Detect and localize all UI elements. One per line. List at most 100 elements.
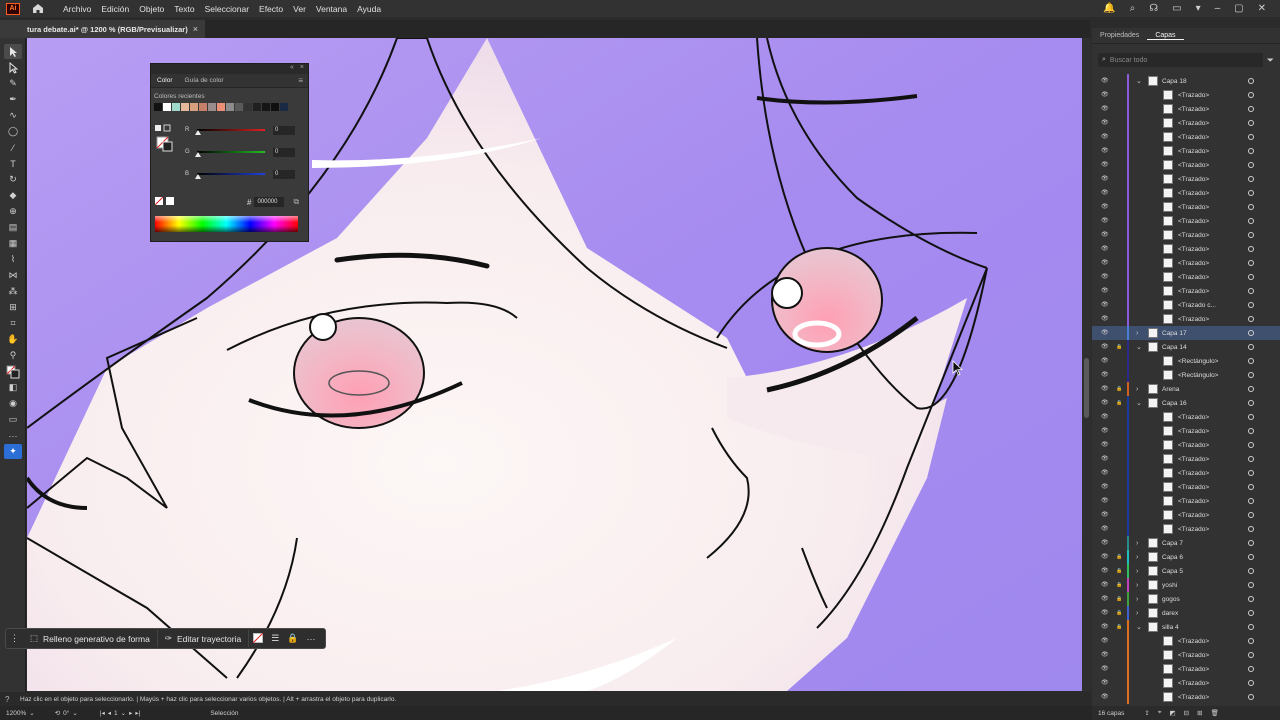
target-circle-icon[interactable]	[1248, 232, 1254, 238]
target-circle-icon[interactable]	[1248, 358, 1254, 364]
layer-row[interactable]: 👁 › Capa 17	[1092, 326, 1280, 340]
recent-color-swatch[interactable]	[235, 103, 243, 111]
visibility-eye-icon[interactable]: 👁	[1101, 399, 1109, 407]
screen-mode-icon[interactable]: ▭	[4, 412, 22, 427]
target-circle-icon[interactable]	[1248, 666, 1254, 672]
tab-color-guide[interactable]: Guía de color	[179, 77, 230, 84]
expand-chevron-icon[interactable]: ›	[1136, 568, 1144, 575]
target-circle-icon[interactable]	[1248, 624, 1254, 630]
expand-chevron-icon[interactable]: ›	[1136, 610, 1144, 617]
close-panel-icon[interactable]: ×	[300, 64, 304, 74]
visibility-eye-icon[interactable]: 👁	[1101, 189, 1109, 197]
visibility-eye-icon[interactable]: 👁	[1101, 175, 1109, 183]
layer-row[interactable]: 👁 ⌄ Capa 18	[1092, 74, 1280, 88]
layer-row[interactable]: 👁 🔒 › darex	[1092, 606, 1280, 620]
layer-row[interactable]: 👁 🔒 › Arena	[1092, 382, 1280, 396]
lock-icon[interactable]: 🔒	[1116, 386, 1124, 392]
lock-icon[interactable]: 🔒	[1116, 610, 1124, 616]
sublayer-row[interactable]: 👁 <Trazado>	[1092, 466, 1280, 480]
visibility-eye-icon[interactable]: 👁	[1101, 539, 1109, 547]
sublayer-row[interactable]: 👁 <Trazado>	[1092, 438, 1280, 452]
workspace-icon[interactable]: ▭	[1172, 3, 1181, 14]
slider-track[interactable]	[195, 173, 265, 179]
lock-icon[interactable]: 🔒	[1116, 554, 1124, 560]
shape-builder-tool-icon[interactable]: ⊕	[4, 204, 22, 219]
pen-tool-icon[interactable]: ✒	[4, 92, 22, 107]
target-circle-icon[interactable]	[1248, 372, 1254, 378]
slider-knob[interactable]	[195, 130, 201, 135]
recent-color-swatch[interactable]	[163, 103, 171, 111]
target-circle-icon[interactable]	[1248, 498, 1254, 504]
tab-properties[interactable]: Propiedades	[1092, 32, 1147, 39]
lock-icon[interactable]: 🔒	[283, 633, 302, 644]
menu-item-seleccionar[interactable]: Seleccionar	[200, 4, 254, 14]
menu-item-edición[interactable]: Edición	[96, 4, 134, 14]
recent-color-swatch[interactable]	[190, 103, 198, 111]
recent-color-swatch[interactable]	[217, 103, 225, 111]
direct-selection-tool-icon[interactable]	[4, 60, 22, 75]
menu-item-archivo[interactable]: Archivo	[58, 4, 96, 14]
target-circle-icon[interactable]	[1248, 428, 1254, 434]
target-circle-icon[interactable]	[1248, 134, 1254, 140]
target-circle-icon[interactable]	[1248, 204, 1254, 210]
clip-mask-icon[interactable]: ◩	[1170, 709, 1176, 717]
slice-tool-icon[interactable]: ⌗	[4, 316, 22, 331]
target-circle-icon[interactable]	[1248, 148, 1254, 154]
visibility-eye-icon[interactable]: 👁	[1101, 133, 1109, 141]
target-circle-icon[interactable]	[1248, 484, 1254, 490]
recent-color-swatch[interactable]	[199, 103, 207, 111]
target-circle-icon[interactable]	[1248, 400, 1254, 406]
visibility-eye-icon[interactable]: 👁	[1101, 427, 1109, 435]
document-tab[interactable]: tura debate.ai* @ 1200 % (RGB/Previsuali…	[0, 20, 205, 38]
target-circle-icon[interactable]	[1248, 176, 1254, 182]
search-icon[interactable]: ⌕	[1130, 3, 1136, 14]
target-circle-icon[interactable]	[1248, 582, 1254, 588]
sublayer-row[interactable]: 👁 <Trazado>	[1092, 228, 1280, 242]
recent-color-swatch[interactable]	[253, 103, 261, 111]
expand-chevron-icon[interactable]: ›	[1136, 540, 1144, 547]
visibility-eye-icon[interactable]: 👁	[1101, 119, 1109, 127]
brush-tool-icon[interactable]: ⁄	[4, 140, 22, 155]
sublayer-row[interactable]: 👁 <Trazado>	[1092, 508, 1280, 522]
visibility-eye-icon[interactable]: 👁	[1101, 259, 1109, 267]
target-circle-icon[interactable]	[1248, 414, 1254, 420]
white-swatch[interactable]	[166, 197, 174, 205]
visibility-eye-icon[interactable]: 👁	[1101, 665, 1109, 673]
generative-fill-button[interactable]: ⬚ Relleno generativo de forma	[23, 630, 158, 647]
expand-chevron-icon[interactable]: ›	[1136, 554, 1144, 561]
slider-knob[interactable]	[195, 152, 201, 157]
align-icon[interactable]: ☰	[267, 633, 283, 644]
sublayer-row[interactable]: 👁 <Trazado>	[1092, 452, 1280, 466]
target-circle-icon[interactable]	[1248, 456, 1254, 462]
target-circle-icon[interactable]	[1248, 260, 1254, 266]
color-spectrum[interactable]	[155, 216, 298, 232]
layers-search-input[interactable]: ⌕ Buscar todo	[1098, 53, 1263, 67]
expand-chevron-icon[interactable]: ›	[1136, 330, 1144, 337]
visibility-eye-icon[interactable]: 👁	[1101, 651, 1109, 659]
target-circle-icon[interactable]	[1248, 288, 1254, 294]
target-circle-icon[interactable]	[1248, 302, 1254, 308]
lock-icon[interactable]: 🔒	[1116, 400, 1124, 406]
lock-icon[interactable]: 🔒	[1116, 582, 1124, 588]
layer-row[interactable]: 👁 🔒 › yoshi	[1092, 578, 1280, 592]
target-circle-icon[interactable]	[1248, 92, 1254, 98]
rotate-tool-icon[interactable]: ↻	[4, 172, 22, 187]
expand-chevron-icon[interactable]: ›	[1136, 582, 1144, 589]
collapse-chevron-icon[interactable]: ⌄	[1136, 399, 1144, 407]
target-circle-icon[interactable]	[1248, 540, 1254, 546]
layer-row[interactable]: 👁 🔒 › Capa 6	[1092, 550, 1280, 564]
fill-stroke-icon[interactable]	[4, 364, 22, 379]
menu-item-texto[interactable]: Texto	[169, 4, 199, 14]
slider-track[interactable]	[195, 151, 265, 157]
sublayer-row[interactable]: 👁 <Trazado>	[1092, 522, 1280, 536]
lock-icon[interactable]: 🔒	[1116, 344, 1124, 350]
menu-item-efecto[interactable]: Efecto	[254, 4, 288, 14]
lock-icon[interactable]: 🔒	[1116, 568, 1124, 574]
filter-icon[interactable]: ⏷	[1267, 55, 1274, 66]
fill-stroke-swatch-icon[interactable]	[154, 124, 176, 156]
menu-item-ventana[interactable]: Ventana	[311, 4, 352, 14]
maximize-button[interactable]: ▢	[1234, 3, 1243, 14]
locate-icon[interactable]: ⌖	[1158, 709, 1162, 717]
recent-color-swatch[interactable]	[172, 103, 180, 111]
more-tools-icon[interactable]: ···	[4, 428, 22, 443]
